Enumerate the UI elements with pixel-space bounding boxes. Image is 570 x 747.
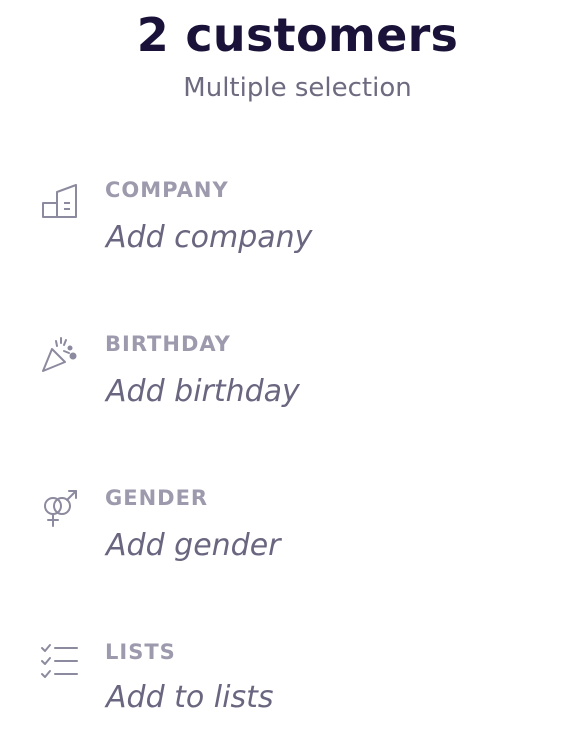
company-label: COMPANY [105,178,229,202]
gender-field: GENDER Add gender [0,478,570,588]
party-popper-icon [40,334,80,374]
gender-icon [40,488,80,528]
birthday-field: BIRTHDAY Add birthday [0,324,570,434]
add-birthday-button[interactable]: Add birthday [106,374,300,409]
page-subtitle: Multiple selection [183,73,412,103]
lists-field: LISTS Add to lists [0,632,570,742]
birthday-label: BIRTHDAY [105,332,231,356]
gender-label: GENDER [105,486,209,510]
checklist-icon [40,642,80,682]
add-to-lists-button[interactable]: Add to lists [106,680,274,715]
company-building-icon [40,182,80,222]
add-gender-button[interactable]: Add gender [106,528,281,563]
company-field: COMPANY Add company [0,170,570,280]
lists-label: LISTS [105,640,176,664]
page-title: 2 customers [136,8,459,62]
add-company-button[interactable]: Add company [106,220,312,255]
